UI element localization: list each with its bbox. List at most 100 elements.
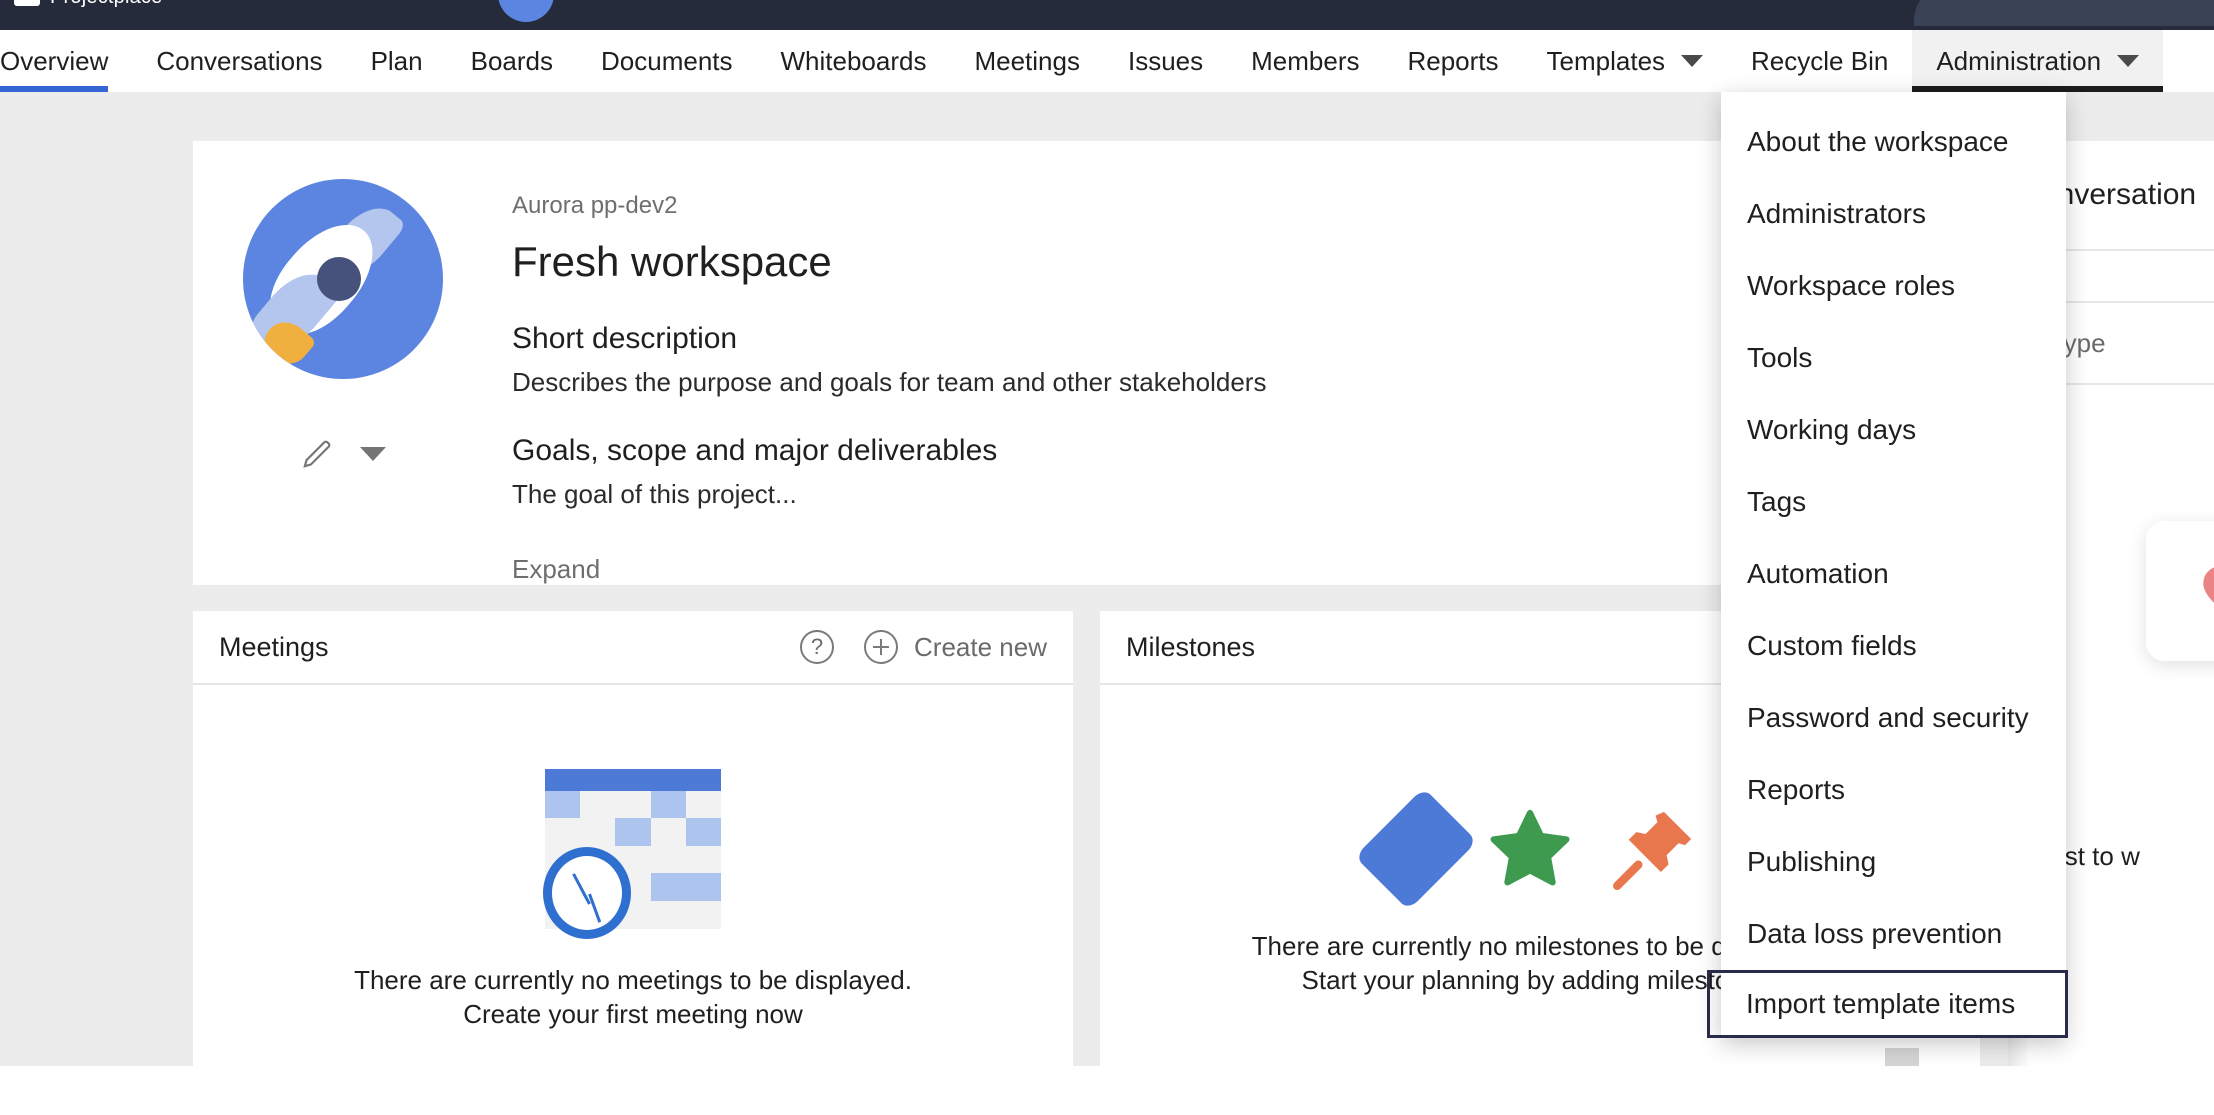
clock-hand-hour-icon bbox=[572, 872, 591, 905]
clock-hand-minute-icon bbox=[588, 893, 602, 923]
nav-list: Overview Conversations Plan Boards Documents… bbox=[0, 30, 2214, 92]
calendar-cell bbox=[685, 845, 721, 874]
chevron-down-icon[interactable] bbox=[360, 447, 386, 461]
reaction-tile[interactable] bbox=[2146, 521, 2214, 661]
goals-section: Goals, scope and major deliverables The … bbox=[512, 434, 1266, 510]
dashboard-card-row: Meetings ? Create new There are currentl… bbox=[193, 611, 1981, 1115]
calendar-cell bbox=[650, 818, 686, 846]
workspace-header-card: Aurora pp-dev2 Fresh workspace Short des… bbox=[193, 141, 1981, 585]
calendar-cell bbox=[685, 790, 721, 819]
clock-icon bbox=[543, 846, 631, 939]
calendar-cell bbox=[685, 873, 721, 902]
workspace-avatar-column bbox=[239, 179, 447, 585]
projectplace-logo-icon bbox=[14, 0, 40, 6]
tab-label: Boards bbox=[470, 45, 553, 76]
goals-label: Goals, scope and major deliverables bbox=[512, 434, 998, 467]
chevron-down-icon[interactable] bbox=[1681, 55, 1704, 67]
star-icon bbox=[1490, 809, 1570, 886]
short-description-text: Describes the purpose and goals for team… bbox=[512, 367, 1267, 397]
diamond-icon bbox=[1354, 787, 1478, 910]
tab-templates[interactable]: Templates bbox=[1523, 30, 1728, 92]
menu-item-label: Administrators bbox=[1747, 198, 1926, 229]
tab-label: Meetings bbox=[974, 45, 1080, 76]
short-description-label: Short description bbox=[512, 322, 738, 355]
menu-item-label: Data loss prevention bbox=[1747, 918, 2003, 949]
workspace-info: Aurora pp-dev2 Fresh workspace Short des… bbox=[447, 179, 1266, 585]
calendar-cell bbox=[685, 901, 721, 929]
pushpin-icon bbox=[1612, 811, 1692, 890]
workspace-tabbar: Overview Conversations Plan Boards Documents… bbox=[0, 30, 2214, 92]
menu-item-label: Reports bbox=[1747, 774, 1846, 805]
menu-item-publishing[interactable]: Publishing bbox=[1721, 826, 2066, 898]
meetings-card-body: There are currently no meetings to be di… bbox=[193, 685, 1073, 1115]
menu-item-label: Tools bbox=[1747, 342, 1813, 373]
tab-issues[interactable]: Issues bbox=[1104, 30, 1227, 92]
tab-reports[interactable]: Reports bbox=[1383, 30, 1522, 92]
tab-label: Overview bbox=[0, 45, 109, 76]
menu-item-automation[interactable]: Automation bbox=[1721, 538, 2066, 610]
scrollbar-thumb[interactable] bbox=[1885, 1048, 1919, 1066]
tab-members[interactable]: Members bbox=[1227, 30, 1383, 92]
top-bar: Projectplace bbox=[0, 0, 2214, 30]
administration-dropdown-menu: About the workspace Administrators Workspa… bbox=[1707, 92, 2068, 1038]
tab-label: Reports bbox=[1407, 45, 1499, 76]
menu-item-label: Custom fields bbox=[1747, 630, 1917, 661]
menu-item-tools[interactable]: Tools bbox=[1721, 322, 2066, 394]
notification-bubble-icon[interactable] bbox=[498, 0, 554, 22]
menu-item-label: Tags bbox=[1747, 486, 1807, 517]
meetings-card-title: Meetings bbox=[219, 631, 329, 662]
heart-icon bbox=[2203, 567, 2214, 603]
menu-item-label: Password and security bbox=[1747, 702, 2029, 733]
menu-item-label: Publishing bbox=[1747, 846, 1877, 877]
tab-conversations[interactable]: Conversations bbox=[132, 30, 346, 92]
menu-item-data-loss-prevention[interactable]: Data loss prevention bbox=[1721, 898, 2066, 970]
menu-item-about-the-workspace[interactable]: About the workspace bbox=[1721, 106, 2066, 178]
tab-recycle-bin[interactable]: Recycle Bin bbox=[1727, 30, 1912, 92]
calendar-cell bbox=[615, 818, 651, 846]
tab-label: Members bbox=[1251, 45, 1360, 76]
milestones-card-title: Milestones bbox=[1126, 631, 1256, 662]
menu-item-label: Automation bbox=[1747, 558, 1889, 589]
menu-item-workspace-roles[interactable]: Workspace roles bbox=[1721, 250, 2066, 322]
account-pill[interactable] bbox=[1914, 0, 2214, 26]
brand-label: Projectplace bbox=[50, 0, 162, 9]
tab-label: Conversations bbox=[156, 45, 323, 76]
calendar-cell bbox=[545, 818, 581, 846]
meetings-card: Meetings ? Create new There are currentl… bbox=[193, 611, 1073, 1115]
menu-item-administrators[interactable]: Administrators bbox=[1721, 178, 2066, 250]
tab-label: Recycle Bin bbox=[1751, 45, 1889, 76]
menu-item-reports[interactable]: Reports bbox=[1721, 754, 2066, 826]
tab-meetings[interactable]: Meetings bbox=[950, 30, 1104, 92]
tab-plan[interactable]: Plan bbox=[347, 30, 447, 92]
calendar-cell bbox=[615, 790, 651, 819]
expand-link[interactable]: Expand bbox=[512, 554, 1266, 585]
calendar-cell bbox=[650, 790, 686, 819]
meetings-create-new-label: Create new bbox=[914, 631, 1047, 662]
menu-item-tags[interactable]: Tags bbox=[1721, 466, 2066, 538]
workspace-edit-controls bbox=[300, 437, 386, 471]
menu-item-password-and-security[interactable]: Password and security bbox=[1721, 682, 2066, 754]
menu-item-label: About the workspace bbox=[1747, 126, 2009, 157]
menu-item-working-days[interactable]: Working days bbox=[1721, 394, 2066, 466]
main-content-column: Aurora pp-dev2 Fresh workspace Short des… bbox=[193, 141, 1981, 1115]
menu-item-custom-fields[interactable]: Custom fields bbox=[1721, 610, 2066, 682]
calendar-header-icon bbox=[545, 768, 721, 791]
rocket-icon[interactable] bbox=[243, 179, 443, 379]
tab-whiteboards[interactable]: Whiteboards bbox=[757, 30, 951, 92]
pencil-icon[interactable] bbox=[300, 437, 334, 471]
calendar-cell bbox=[650, 845, 686, 874]
page-title: Fresh workspace bbox=[512, 238, 832, 285]
calendar-cell bbox=[545, 790, 581, 819]
tab-administration[interactable]: Administration bbox=[1912, 30, 2164, 92]
brand-logo[interactable]: Projectplace bbox=[14, 0, 162, 9]
question-mark-icon[interactable]: ? bbox=[800, 630, 835, 664]
menu-item-import-template-items[interactable]: Import template items bbox=[1707, 970, 2068, 1038]
meetings-create-new-button[interactable]: Create new bbox=[864, 630, 1047, 664]
tab-label: Plan bbox=[370, 45, 423, 76]
tab-boards[interactable]: Boards bbox=[447, 30, 577, 92]
calendar-cell bbox=[650, 901, 686, 929]
chevron-down-icon[interactable] bbox=[2117, 55, 2140, 67]
menu-item-label: Working days bbox=[1747, 414, 1917, 445]
tab-overview[interactable]: Overview bbox=[0, 30, 132, 92]
tab-documents[interactable]: Documents bbox=[577, 30, 757, 92]
